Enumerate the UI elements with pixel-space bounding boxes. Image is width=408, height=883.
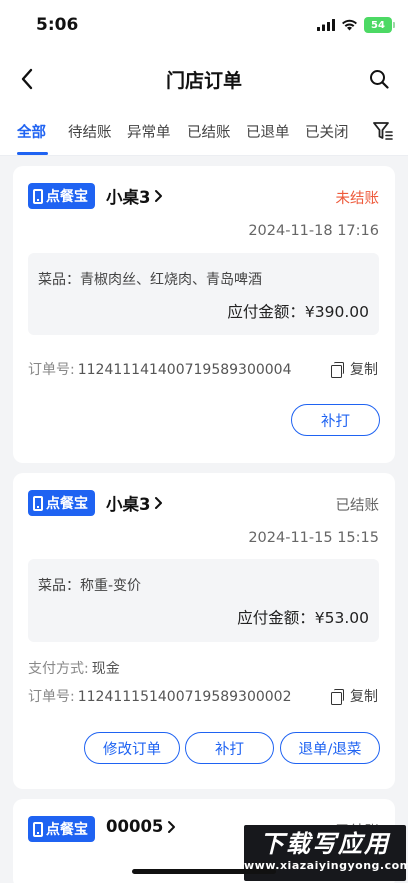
status-time: 5:06 bbox=[36, 15, 79, 35]
chevron-right-icon bbox=[168, 820, 176, 833]
order-status: 未结账 bbox=[335, 191, 380, 207]
search-button[interactable] bbox=[364, 64, 394, 94]
battery-level: 54 bbox=[371, 19, 385, 31]
table-name-link[interactable]: 00005 bbox=[106, 817, 176, 836]
brand-label: 点餐宝 bbox=[46, 496, 88, 512]
payable-amount: 应付金额：¥53.00 bbox=[237, 609, 369, 627]
phone-icon bbox=[33, 821, 43, 837]
order-items-box: 菜品：称重-变价 应付金额：¥53.00 bbox=[28, 559, 379, 642]
chevron-right-icon bbox=[155, 497, 163, 509]
brand-badge: 点餐宝 bbox=[28, 816, 95, 842]
order-number-row: 订单号: 1124111414007195893000​04 bbox=[28, 359, 292, 379]
dishes-text: 菜品：称重-变价 bbox=[38, 578, 142, 594]
tab-closed[interactable]: 已关闭 bbox=[305, 121, 349, 142]
tab-abnormal[interactable]: 异常单 bbox=[127, 121, 171, 142]
tab-pending[interactable]: 待结账 bbox=[68, 121, 112, 142]
copy-label: 复制 bbox=[350, 362, 378, 378]
active-tab-indicator bbox=[17, 152, 48, 155]
refund-button[interactable]: 退单/退菜 bbox=[280, 732, 380, 764]
payable-amount: 应付金额：¥390.00 bbox=[227, 303, 369, 321]
order-card[interactable]: 点餐宝 小桌3 未结账 2024-11-18 17:16 菜品：青椒肉丝、红烧肉… bbox=[13, 166, 395, 463]
order-number-label: 订单号: bbox=[28, 362, 75, 378]
tab-bar: 全部 待结账 异常单 已结账 已退单 已关闭 bbox=[0, 106, 408, 156]
signal-icon bbox=[317, 19, 335, 31]
battery-icon: 54 bbox=[364, 17, 395, 33]
table-name-link[interactable]: 小桌3 bbox=[106, 184, 163, 208]
order-time: 2024-11-18 17:16 bbox=[248, 223, 379, 239]
copy-label: 复制 bbox=[350, 689, 378, 705]
brand-badge: 点餐宝 bbox=[28, 490, 95, 516]
phone-icon bbox=[33, 188, 43, 204]
page-title: 门店订单 bbox=[165, 70, 242, 92]
filter-icon bbox=[373, 122, 393, 140]
dishes-text: 菜品：青椒肉丝、红烧肉、青岛啤酒 bbox=[38, 272, 262, 288]
brand-label: 点餐宝 bbox=[46, 189, 88, 205]
brand-label: 点餐宝 bbox=[46, 822, 88, 838]
nav-bar: 门店订单 bbox=[0, 52, 408, 106]
copy-button[interactable]: 复制 bbox=[331, 359, 378, 379]
payment-method-label: 支付方式: bbox=[28, 661, 89, 677]
tab-refunded[interactable]: 已退单 bbox=[246, 121, 290, 142]
order-number-label: 订单号: bbox=[28, 689, 75, 705]
order-items-box: 菜品：青椒肉丝、红烧肉、青岛啤酒 应付金额：¥390.00 bbox=[28, 253, 379, 335]
phone-icon bbox=[33, 495, 43, 511]
order-number: 1124111414007195893000​04 bbox=[77, 362, 292, 378]
order-number-row: 订单号: 112411151400719589300002 bbox=[28, 686, 292, 706]
search-icon bbox=[370, 70, 389, 89]
order-card[interactable]: 点餐宝 小桌3 已结账 2024-11-15 15:15 菜品：称重-变价 应付… bbox=[13, 473, 395, 789]
status-icons: 54 bbox=[317, 17, 395, 33]
reprint-button[interactable]: 补打 bbox=[291, 404, 380, 436]
tab-all[interactable]: 全部 bbox=[17, 121, 46, 142]
order-status: 已结账 bbox=[335, 498, 380, 514]
table-name-link[interactable]: 小桌3 bbox=[106, 491, 163, 515]
table-name: 00005 bbox=[106, 817, 164, 836]
modify-order-button[interactable]: 修改订单 bbox=[84, 732, 180, 764]
payment-method-row: 支付方式: 现金 bbox=[28, 658, 120, 678]
watermark-main: 下载写应用 bbox=[260, 830, 390, 858]
table-name: 小桌3 bbox=[106, 188, 151, 207]
payment-method: 现金 bbox=[91, 661, 120, 677]
table-name: 小桌3 bbox=[106, 495, 151, 514]
copy-icon bbox=[331, 688, 344, 705]
reprint-button[interactable]: 补打 bbox=[185, 732, 274, 764]
home-indicator bbox=[132, 869, 276, 874]
copy-button[interactable]: 复制 bbox=[331, 686, 378, 706]
order-number: 112411151400719589300002 bbox=[77, 689, 292, 705]
brand-badge: 点餐宝 bbox=[28, 183, 95, 209]
wifi-icon bbox=[342, 19, 357, 31]
chevron-right-icon bbox=[155, 190, 163, 202]
order-time: 2024-11-15 15:15 bbox=[248, 530, 379, 546]
status-bar: 5:06 54 bbox=[0, 0, 408, 52]
copy-icon bbox=[331, 361, 344, 378]
tab-paid[interactable]: 已结账 bbox=[187, 121, 231, 142]
filter-button[interactable] bbox=[370, 119, 396, 143]
